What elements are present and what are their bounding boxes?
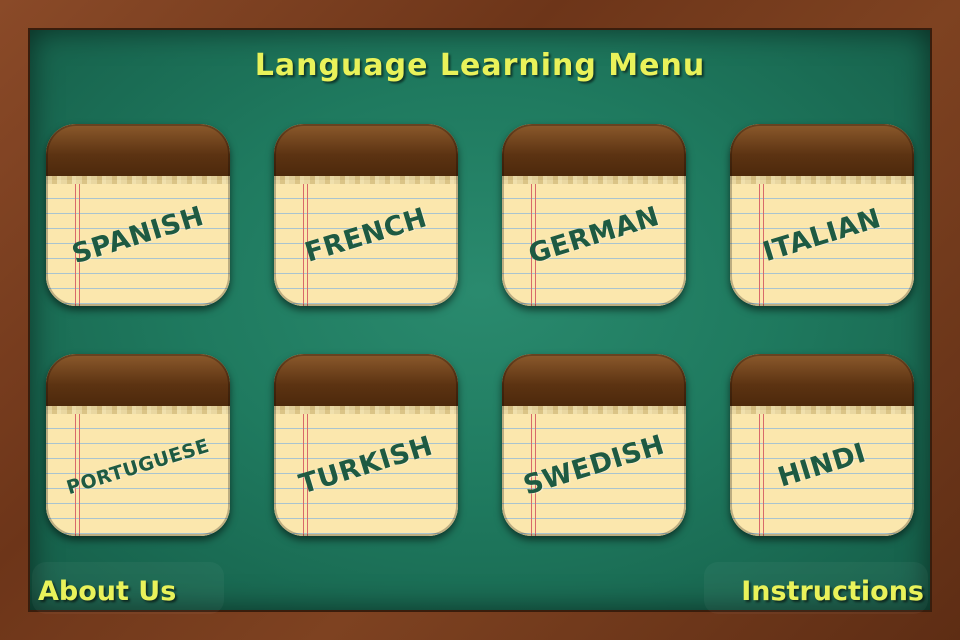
about-us-button[interactable]: About Us	[32, 562, 224, 614]
notepad-binding	[274, 354, 458, 410]
notepad-binding	[502, 354, 686, 410]
instructions-button[interactable]: Instructions	[704, 562, 928, 614]
notepad-binding	[46, 124, 230, 180]
language-tile-hindi[interactable]: HINDI	[730, 354, 914, 536]
language-tile-french[interactable]: FRENCH	[274, 124, 458, 306]
notepad-binding	[730, 124, 914, 180]
notepad-binding	[274, 124, 458, 180]
page-title: Language Learning Menu	[254, 48, 706, 83]
language-tile-turkish[interactable]: TURKISH	[274, 354, 458, 536]
language-tile-portuguese[interactable]: PORTUGUESE	[46, 354, 230, 536]
language-tile-italian[interactable]: ITALIAN	[730, 124, 914, 306]
notepad-binding	[730, 354, 914, 410]
notepad-binding	[46, 354, 230, 410]
language-tile-german[interactable]: GERMAN	[502, 124, 686, 306]
language-tile-swedish[interactable]: SWEDISH	[502, 354, 686, 536]
language-tile-spanish[interactable]: SPANISH	[46, 124, 230, 306]
notepad-binding	[502, 124, 686, 180]
